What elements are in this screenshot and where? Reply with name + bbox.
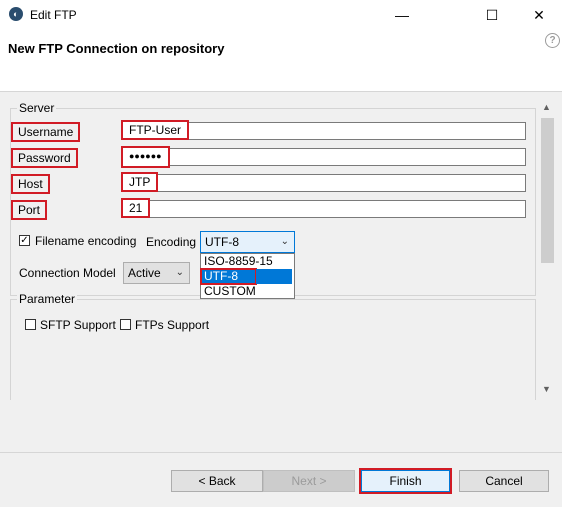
- dialog-header: New FTP Connection on repository ?: [0, 31, 562, 92]
- encoding-option-utf8[interactable]: UTF-8: [200, 268, 257, 285]
- encoding-select[interactable]: UTF-8 ⌄: [200, 231, 295, 253]
- encoding-option-utf8-highlight: [256, 269, 292, 284]
- ftps-support-checkbox[interactable]: [120, 319, 131, 330]
- chevron-down-icon: ⌄: [280, 236, 289, 247]
- next-button[interactable]: Next >: [263, 470, 355, 492]
- close-button[interactable]: ✕: [516, 0, 562, 31]
- filename-encoding-label: Filename encoding: [35, 234, 137, 248]
- connection-model-select[interactable]: Active ⌄: [123, 262, 190, 284]
- scroll-up-icon[interactable]: ▲: [542, 102, 551, 112]
- app-icon: ◐: [9, 7, 23, 21]
- parameter-group-label: Parameter: [17, 292, 78, 306]
- back-button[interactable]: < Back: [171, 470, 263, 492]
- content-area: Server Username FTP-User Password ●●●●●●…: [0, 92, 562, 452]
- encoding-select-value: UTF-8: [205, 235, 239, 249]
- connection-model-label: Connection Model: [19, 266, 116, 280]
- minimize-button[interactable]: —: [379, 0, 425, 31]
- encoding-option-iso[interactable]: ISO-8859-15: [201, 254, 295, 269]
- sftp-support-label: SFTP Support: [40, 318, 116, 332]
- connection-model-value: Active: [128, 266, 161, 280]
- username-value: FTP-User: [121, 120, 189, 140]
- password-label: Password: [11, 148, 78, 168]
- username-label: Username: [10, 122, 81, 142]
- maximize-button[interactable]: ☐: [469, 0, 515, 31]
- title-bar: ◐ Edit FTP — ☐ ✕: [0, 0, 562, 31]
- chevron-down-icon: ⌄: [175, 267, 184, 278]
- vertical-scrollbar[interactable]: ▲ ▼: [539, 92, 556, 397]
- password-field[interactable]: [123, 148, 526, 166]
- footer-divider: [0, 452, 562, 453]
- host-label: Host: [11, 174, 50, 194]
- filename-encoding-checkbox[interactable]: ✓: [19, 235, 30, 246]
- scroll-thumb[interactable]: [541, 118, 554, 263]
- encoding-option-custom[interactable]: CUSTOM: [201, 284, 295, 299]
- host-field[interactable]: [123, 174, 526, 192]
- port-value: 21: [120, 198, 151, 218]
- port-label: Port: [10, 200, 48, 220]
- cancel-button[interactable]: Cancel: [459, 470, 549, 492]
- host-value: JTP: [120, 172, 159, 192]
- encoding-label: Encoding: [146, 235, 197, 249]
- port-field[interactable]: [123, 200, 526, 218]
- window-title: Edit FTP: [30, 8, 77, 22]
- finish-button[interactable]: Finish: [359, 468, 452, 494]
- encoding-dropdown-list: ISO-8859-15 UTF-8 CUSTOM: [200, 253, 295, 299]
- server-group-label: Server: [17, 101, 57, 115]
- help-icon[interactable]: ?: [545, 33, 560, 48]
- password-value: ●●●●●●: [121, 146, 170, 168]
- parameter-group: Parameter: [10, 292, 536, 400]
- scroll-down-icon[interactable]: ▼: [542, 384, 551, 394]
- ftps-support-label: FTPs Support: [135, 318, 210, 332]
- sftp-support-checkbox[interactable]: [25, 319, 36, 330]
- page-title: New FTP Connection on repository: [8, 41, 225, 56]
